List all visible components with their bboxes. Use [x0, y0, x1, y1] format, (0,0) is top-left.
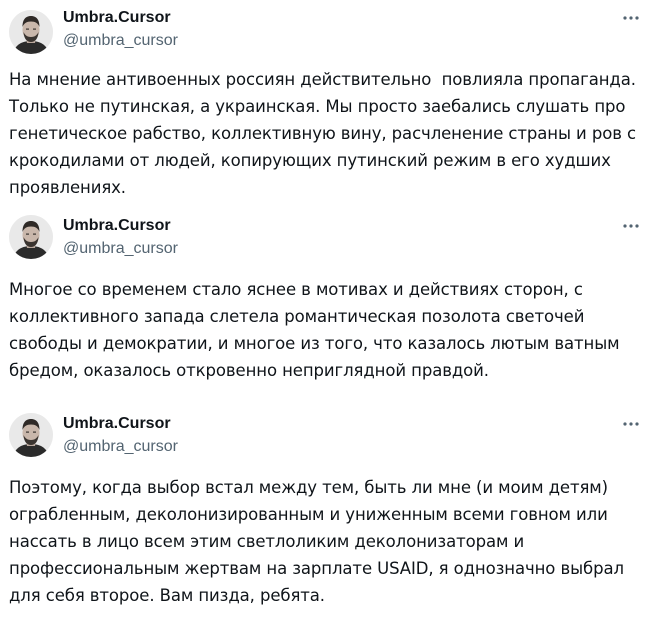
tweet-text: Многое со временем стало яснее в мотивах…: [9, 280, 620, 380]
more-options-button[interactable]: [617, 216, 645, 236]
more-horizontal-icon: [623, 422, 639, 426]
author-handle[interactable]: @umbra_cursor: [63, 239, 178, 259]
more-horizontal-icon: [623, 16, 639, 20]
more-horizontal-icon: [623, 224, 639, 228]
tweet-text: Поэтому, когда выбор встал между тем, бы…: [9, 478, 624, 605]
avatar[interactable]: [9, 413, 53, 457]
more-options-button[interactable]: [617, 414, 645, 434]
author-handle[interactable]: @umbra_cursor: [63, 437, 178, 457]
avatar[interactable]: [9, 215, 53, 259]
author-handle[interactable]: @umbra_cursor: [63, 31, 178, 51]
author-name[interactable]: Umbra.Cursor: [63, 216, 171, 236]
profile-photo: [9, 10, 53, 54]
tweet-thread: Umbra.Cursor @umbra_cursor На мнение ант…: [0, 0, 658, 621]
author-name[interactable]: Umbra.Cursor: [63, 8, 171, 28]
tweet-text: На мнение антивоенных россиян действител…: [9, 70, 636, 197]
author-name[interactable]: Umbra.Cursor: [63, 414, 171, 434]
more-options-button[interactable]: [617, 8, 645, 28]
profile-photo: [9, 215, 53, 259]
profile-photo: [9, 413, 53, 457]
avatar[interactable]: [9, 10, 53, 54]
